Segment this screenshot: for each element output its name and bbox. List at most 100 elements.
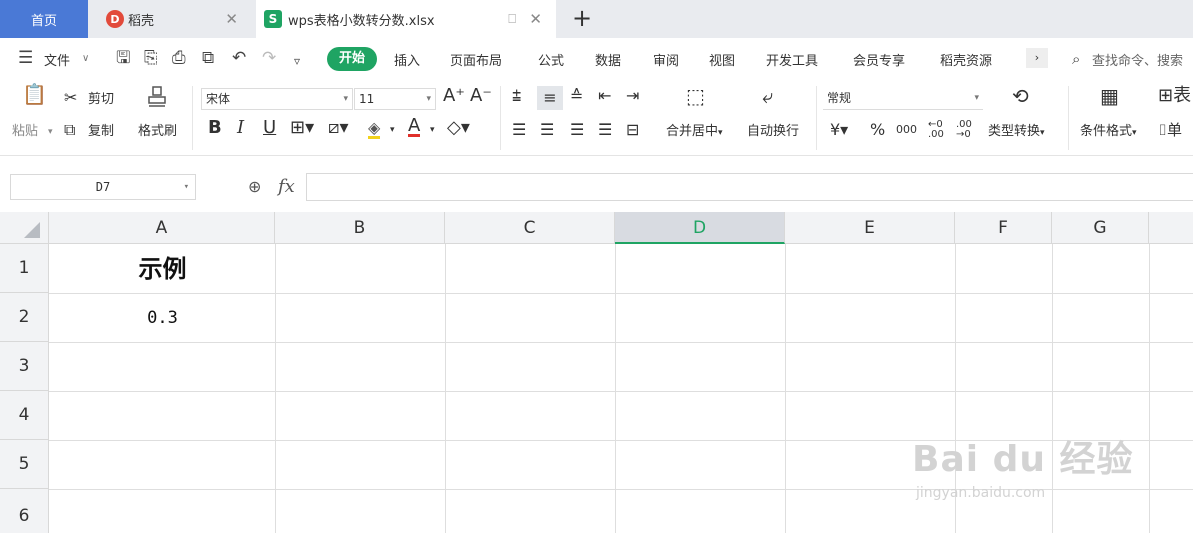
decrease-decimal-icon[interactable]: .00 →0 [956, 120, 972, 140]
chevron-down-icon[interactable]: ∨ [82, 53, 89, 64]
justify-icon[interactable]: ☰ [598, 122, 612, 138]
print-preview-icon[interactable]: ⧉ [202, 49, 214, 67]
menu-file[interactable]: 文件 [44, 50, 70, 69]
wrap-text-button[interactable]: 自动换行 [747, 124, 799, 140]
quick-access-dropdown-icon[interactable]: ▿ [294, 52, 300, 70]
menu-daoke-resources[interactable]: 稻壳资源 [940, 50, 992, 69]
scissors-icon: ✂ [64, 88, 78, 107]
underline-button[interactable]: U [263, 119, 276, 137]
close-tab-icon[interactable]: ✕ [225, 10, 238, 28]
align-top-icon[interactable]: ⩲ [512, 88, 521, 104]
menu-formula[interactable]: 公式 [538, 50, 564, 69]
distributed-icon[interactable]: ⊟ [626, 122, 639, 138]
save-icon[interactable]: 🖫 [116, 49, 130, 67]
conditional-format-button[interactable]: 条件格式▾ [1080, 124, 1137, 141]
column-header-h-partial[interactable] [1149, 212, 1193, 244]
align-right-icon[interactable]: ☰ [570, 122, 584, 138]
copy-button[interactable]: 复制 [88, 124, 114, 140]
increase-font-icon[interactable]: A⁺ [443, 87, 465, 105]
font-name-select[interactable]: 宋体 ▾ [201, 88, 353, 110]
menu-developer[interactable]: 开发工具 [766, 50, 818, 69]
hamburger-menu-icon[interactable]: ☰ [18, 49, 33, 67]
decrease-font-icon[interactable]: A⁻ [470, 87, 492, 105]
print-icon[interactable]: ⎙ [172, 49, 186, 67]
row-header-6[interactable]: 6 [0, 489, 49, 533]
menu-member[interactable]: 会员专享 [853, 50, 905, 69]
font-size-select[interactable]: 11 ▾ [354, 88, 436, 110]
column-header-b[interactable]: B [275, 212, 445, 244]
name-box-value: D7 [95, 180, 111, 194]
daoke-logo-icon: D [106, 10, 124, 28]
undo-icon[interactable]: ↶ [232, 49, 246, 67]
decrease-indent-icon[interactable]: ⇤ [598, 88, 611, 104]
select-all-corner[interactable] [0, 212, 49, 244]
fill-pattern-icon[interactable]: ⧄▾ [328, 119, 348, 137]
search-icon: ⌕ [1072, 50, 1081, 68]
cell-a1[interactable]: 示例 [50, 245, 275, 293]
fill-color-icon[interactable]: ◈ [368, 120, 381, 139]
paste-dropdown-icon[interactable]: ▾ [48, 124, 53, 140]
merge-center-button[interactable]: 合并居中▾ [666, 124, 723, 141]
column-header-e[interactable]: E [785, 212, 955, 244]
row-header-5[interactable]: 5 [0, 440, 49, 489]
tab-home[interactable]: 首页 [0, 0, 88, 38]
cell-style-icon[interactable]: ⌷单 [1158, 122, 1182, 138]
merge-center-icon: ⬚ [686, 84, 705, 108]
menu-review[interactable]: 审阅 [653, 50, 679, 69]
zoom-icon[interactable]: ⊕ [248, 177, 261, 196]
menu-start[interactable]: 开始 [327, 47, 377, 71]
border-icon[interactable]: ⊞▾ [290, 119, 314, 137]
column-header-g[interactable]: G [1052, 212, 1149, 244]
row-header-2[interactable]: 2 [0, 293, 49, 342]
ribbon-toolbar: 📋 粘贴 ▾ ✂ 剪切 ⧉ 复制 格式刷 宋体 ▾ 11 ▾ A⁺ A⁻ B I U… [0, 78, 1193, 156]
menu-insert[interactable]: 插入 [394, 50, 420, 69]
currency-icon[interactable]: ¥▾ [830, 122, 848, 138]
column-header-a[interactable]: A [49, 212, 275, 244]
menu-page-layout[interactable]: 页面布局 [450, 50, 502, 69]
percent-icon[interactable]: % [870, 122, 885, 138]
format-painter-button[interactable]: 格式刷 [138, 124, 177, 140]
column-header-f[interactable]: F [955, 212, 1052, 244]
increase-decimal-icon[interactable]: ←0.00 [928, 120, 944, 140]
paste-icon[interactable]: 📋 [22, 84, 47, 104]
menu-view[interactable]: 视图 [709, 50, 735, 69]
column-header-c[interactable]: C [445, 212, 615, 244]
align-center-icon[interactable]: ☰ [540, 122, 554, 138]
tab-file[interactable]: S wps表格小数转分数.xlsx ⎕ ✕ [256, 0, 556, 38]
fx-icon[interactable]: fx [278, 176, 295, 197]
name-box[interactable]: D7 ▾ [10, 174, 196, 200]
row-header-1[interactable]: 1 [0, 244, 49, 293]
font-color-icon[interactable]: A [408, 117, 421, 137]
menu-data[interactable]: 数据 [595, 50, 621, 69]
column-header-d[interactable]: D [615, 212, 785, 244]
tab-daoke[interactable]: D 稻壳 ✕ [92, 0, 252, 38]
format-painter-icon [146, 86, 168, 117]
row-header-3[interactable]: 3 [0, 342, 49, 391]
eraser-icon[interactable]: ◇▾ [447, 119, 470, 137]
thousands-icon[interactable]: 000 [896, 122, 917, 138]
paste-button[interactable]: 粘贴 [12, 124, 38, 140]
bold-button[interactable]: B [208, 119, 222, 137]
row-header-4[interactable]: 4 [0, 391, 49, 440]
command-search[interactable]: 查找命令、搜索 [1092, 50, 1183, 69]
pin-tab-icon[interactable]: ⎕ [508, 12, 516, 27]
menu-scroll-right-icon[interactable]: › [1026, 48, 1048, 68]
redo-icon[interactable]: ↷ [262, 49, 276, 67]
close-tab-icon[interactable]: ✕ [529, 10, 542, 28]
formula-input[interactable] [306, 173, 1193, 201]
type-convert-button[interactable]: 类型转换▾ [988, 124, 1045, 141]
cut-button[interactable]: 剪切 [88, 92, 114, 108]
table-style-icon[interactable]: ⊞表 [1158, 87, 1191, 105]
chevron-down-icon: ▾ [183, 182, 189, 192]
chevron-down-icon[interactable]: ▾ [390, 122, 395, 138]
cell-a2[interactable]: 0.3 [50, 294, 275, 342]
chevron-down-icon[interactable]: ▾ [430, 122, 435, 138]
export-icon[interactable]: ⎘ [144, 49, 158, 67]
number-format-select[interactable]: 常规 ▾ [823, 88, 983, 110]
italic-button[interactable]: I [237, 119, 244, 137]
new-tab-button[interactable]: + [572, 4, 592, 32]
align-bottom-icon[interactable]: ≙ [570, 88, 583, 104]
align-left-icon[interactable]: ☰ [512, 122, 526, 138]
align-middle-icon[interactable]: ≡ [537, 86, 563, 110]
increase-indent-icon[interactable]: ⇥ [626, 88, 639, 104]
